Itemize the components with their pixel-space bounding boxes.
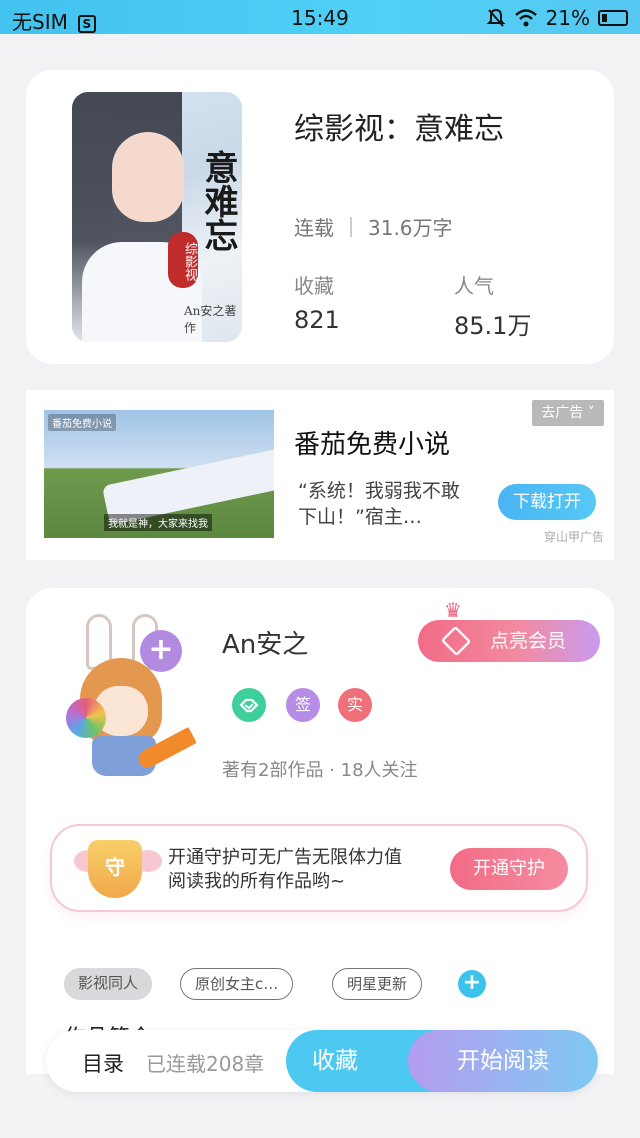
book-cover[interactable]: 意难忘 综影视 An安之著作 xyxy=(72,92,242,342)
battery-percent: 21% xyxy=(545,6,590,30)
open-guard-button[interactable]: 开通守护 xyxy=(450,848,568,890)
favorites-count: 821 xyxy=(294,306,340,334)
avatar-lollipop xyxy=(66,698,106,738)
author-works-info: 著有2部作品 · 18人关注 xyxy=(222,760,418,781)
ad-thumbnail-brand: 番茄免费小说 xyxy=(48,414,116,431)
bottom-action-bar: 目录 已连载208章 收藏 开始阅读 xyxy=(46,1030,598,1092)
popularity-count: 85.1万 xyxy=(454,312,532,340)
battery-charging-icon xyxy=(598,10,628,26)
vip-membership-button[interactable]: 点亮会员 xyxy=(418,620,600,662)
chapter-count[interactable]: 已连载208章 xyxy=(146,1048,264,1077)
wifi-icon xyxy=(514,9,537,27)
meta-divider xyxy=(350,216,352,237)
favorites-label: 收藏 xyxy=(294,274,334,298)
verified-badge[interactable]: 实 xyxy=(338,688,372,722)
ad-title: 番茄免费小说 xyxy=(294,430,451,460)
table-of-contents-button[interactable]: 目录 xyxy=(82,1048,124,1078)
ad-download-button[interactable]: 下载打开 xyxy=(498,484,596,520)
ad-description: “系统！我弱我不敢下山！”宿主… xyxy=(298,480,460,528)
handshake-icon[interactable] xyxy=(232,688,266,722)
signed-badge[interactable]: 签 xyxy=(286,688,320,722)
cover-illustration-face xyxy=(112,132,184,222)
ad-banner[interactable]: 番茄免费小说 我就是神，大家来找我 番茄免费小说 “系统！我弱我不敢下山！”宿主… xyxy=(26,390,614,560)
guard-banner[interactable]: 守 开通守护可无广告无限体力值阅读我的所有作品哟~ 开通守护 xyxy=(50,824,588,912)
ad-thumbnail-caption: 我就是神，大家来找我 xyxy=(104,514,212,531)
crown-icon: ♛ xyxy=(444,598,462,622)
system-icons: 21% xyxy=(486,6,628,30)
book-info-card: 意难忘 综影视 An安之著作 综影视：意难忘 连载 31.6万字 收藏 821 … xyxy=(26,70,614,364)
book-meta: 连载 31.6万字 xyxy=(294,212,453,241)
tag-celebrity-update[interactable]: 明星更新 xyxy=(332,968,423,1000)
tag-film-fanfic[interactable]: 影视同人 xyxy=(64,968,153,1000)
cover-credit: An安之著作 xyxy=(184,304,237,335)
remove-ad-button[interactable]: 去广告 ˅ xyxy=(532,400,604,426)
guard-description: 开通守护可无广告无限体力值阅读我的所有作品哟~ xyxy=(168,847,402,892)
author-name[interactable]: An安之 xyxy=(222,624,308,661)
book-title: 综影视：意难忘 xyxy=(294,112,504,147)
cover-seal: 综影视 xyxy=(168,232,198,288)
status-bar: 无SIM S 15:49 21% xyxy=(0,0,640,34)
handshake-glyph xyxy=(239,698,259,713)
diamond-icon xyxy=(440,625,472,657)
silent-bell-icon xyxy=(486,8,505,27)
cover-calligraphy: 意难忘 xyxy=(198,150,238,252)
book-word-count: 31.6万字 xyxy=(368,216,453,240)
book-status: 连载 xyxy=(294,216,334,240)
shield-icon: 守 xyxy=(88,840,142,898)
tag-original-heroine[interactable]: 原创女主c… xyxy=(180,968,294,1000)
vip-button-label: 点亮会员 xyxy=(490,630,567,652)
ad-source-label: 穿山甲广告 xyxy=(543,530,604,544)
follow-author-button[interactable]: + xyxy=(140,630,182,672)
ad-thumbnail[interactable]: 番茄免费小说 我就是神，大家来找我 xyxy=(44,410,274,538)
start-reading-button[interactable]: 开始阅读 xyxy=(408,1030,598,1092)
popularity-label: 人气 xyxy=(454,274,494,298)
add-tag-button[interactable]: + xyxy=(458,970,486,998)
